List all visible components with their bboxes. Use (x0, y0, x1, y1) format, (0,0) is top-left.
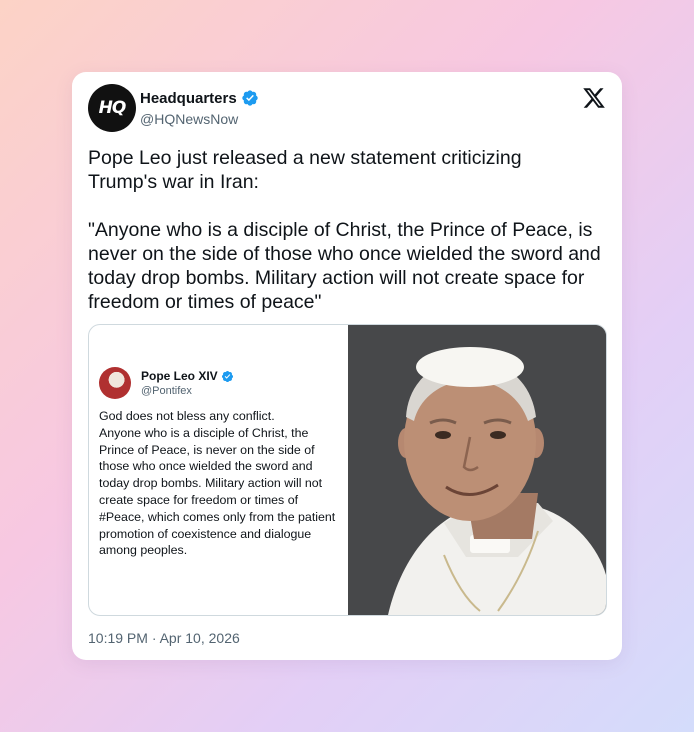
account-avatar[interactable]: HQ (88, 84, 136, 132)
pope-photo (348, 325, 606, 615)
x-logo-icon[interactable] (582, 86, 606, 110)
avatar-logo-text: HQ (98, 98, 127, 118)
account-handle[interactable]: @HQNewsNow (140, 111, 238, 127)
embedded-post-text: God does not bless any conflict. Anyone … (99, 409, 336, 558)
embedded-post-content: Pope Leo XIV @Pontifex God does not bles… (89, 325, 348, 615)
account-name-row: Headquarters (140, 89, 259, 107)
embedded-name-row: Pope Leo XIV (141, 369, 234, 383)
embedded-post[interactable]: Pope Leo XIV @Pontifex God does not bles… (88, 324, 607, 616)
tweet-text: Pope Leo just released a new statement c… (88, 147, 601, 313)
embedded-account-handle: @Pontifex (141, 385, 192, 397)
embedded-verified-badge-icon (221, 370, 233, 382)
embedded-account-avatar (99, 367, 131, 399)
account-name[interactable]: Headquarters (140, 90, 237, 107)
verified-badge-icon (242, 90, 258, 106)
embedded-account-name: Pope Leo XIV (141, 369, 218, 383)
tweet-timestamp[interactable]: 10:19 PM · Apr 10, 2026 (88, 630, 240, 646)
tweet-card: HQ Headquarters @HQNewsNow Pope Leo just… (72, 72, 622, 660)
